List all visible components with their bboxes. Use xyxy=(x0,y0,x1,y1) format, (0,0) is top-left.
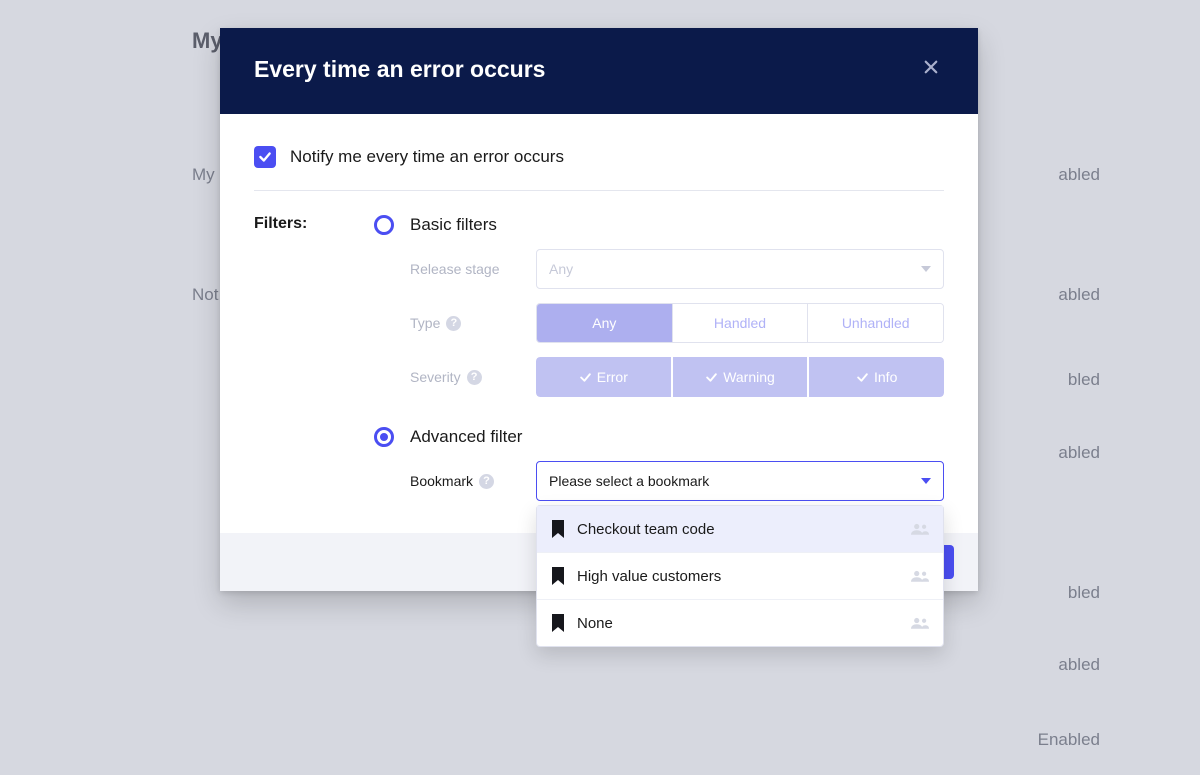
severity-label: Severity xyxy=(410,369,461,385)
advanced-radio[interactable] xyxy=(374,427,394,447)
bookmark-row: Bookmark ? Please select a bookmark xyxy=(410,461,944,501)
bookmark-option[interactable]: Checkout team code xyxy=(537,506,943,552)
bookmark-icon xyxy=(551,567,565,585)
people-icon xyxy=(911,522,929,536)
severity-segmented: Error Warning Info xyxy=(536,357,944,397)
check-icon xyxy=(856,371,869,384)
notify-label: Notify me every time an error occurs xyxy=(290,147,564,167)
type-label: Type xyxy=(410,315,440,331)
bg-row-status: abled xyxy=(1058,165,1100,185)
release-stage-select[interactable]: Any xyxy=(536,249,944,289)
check-icon xyxy=(579,371,592,384)
help-icon[interactable]: ? xyxy=(446,316,461,331)
bookmark-option-label: Checkout team code xyxy=(577,521,715,538)
bg-row-status: Enabled xyxy=(1038,730,1100,750)
filters-section: Filters: Basic filters Release stage Any xyxy=(254,215,944,519)
bg-row-status: abled xyxy=(1058,443,1100,463)
basic-radio-label: Basic filters xyxy=(402,215,944,235)
bg-row-status: abled xyxy=(1058,655,1100,675)
bookmark-select-wrap: Please select a bookmark Checkout team c… xyxy=(536,461,944,501)
filters-heading: Filters: xyxy=(254,215,374,233)
people-icon xyxy=(911,616,929,630)
settings-modal: Every time an error occurs Notify me eve… xyxy=(220,28,978,591)
bg-row-status: bled xyxy=(1068,583,1100,603)
bookmark-icon xyxy=(551,520,565,538)
bg-row-label: Not xyxy=(192,285,218,305)
type-option-any[interactable]: Any xyxy=(537,304,672,342)
release-stage-value: Any xyxy=(549,261,573,277)
chevron-down-icon xyxy=(921,266,931,272)
help-icon[interactable]: ? xyxy=(479,474,494,489)
bookmark-icon xyxy=(551,614,565,632)
bookmark-label: Bookmark xyxy=(410,473,473,489)
notify-row: Notify me every time an error occurs xyxy=(254,140,944,191)
basic-filter-block: Basic filters Release stage Any Ty xyxy=(374,215,944,519)
type-option-unhandled[interactable]: Unhandled xyxy=(807,304,943,342)
type-segmented: Any Handled Unhandled xyxy=(536,303,944,343)
people-icon xyxy=(911,569,929,583)
bg-row-status: bled xyxy=(1068,370,1100,390)
basic-radio[interactable] xyxy=(374,215,394,235)
modal-header: Every time an error occurs xyxy=(220,28,978,114)
release-stage-label: Release stage xyxy=(410,261,500,277)
severity-option-warning[interactable]: Warning xyxy=(671,357,808,397)
bookmark-option[interactable]: High value customers xyxy=(537,552,943,599)
primary-button-edge[interactable] xyxy=(944,545,954,579)
bookmark-option[interactable]: None xyxy=(537,599,943,646)
release-stage-row: Release stage Any xyxy=(410,249,944,289)
help-icon[interactable]: ? xyxy=(467,370,482,385)
bookmark-dropdown: Checkout team code High value customers xyxy=(536,505,944,647)
close-icon[interactable] xyxy=(918,54,944,84)
advanced-filter-controls: Bookmark ? Please select a bookmark xyxy=(402,447,944,519)
notify-checkbox[interactable] xyxy=(254,146,276,168)
type-option-handled[interactable]: Handled xyxy=(672,304,808,342)
basic-filter-controls: Release stage Any Type ? Any xyxy=(402,235,944,415)
severity-option-info[interactable]: Info xyxy=(807,357,944,397)
check-icon xyxy=(705,371,718,384)
bg-row-status: abled xyxy=(1058,285,1100,305)
bookmark-option-label: None xyxy=(577,615,613,632)
chevron-down-icon xyxy=(921,478,931,484)
severity-option-error[interactable]: Error xyxy=(536,357,671,397)
severity-row: Severity ? Error Warning xyxy=(410,357,944,397)
bookmark-select[interactable]: Please select a bookmark xyxy=(536,461,944,501)
bookmark-placeholder: Please select a bookmark xyxy=(549,473,709,489)
bookmark-option-label: High value customers xyxy=(577,568,721,585)
modal-body: Notify me every time an error occurs Fil… xyxy=(220,114,978,533)
modal-title: Every time an error occurs xyxy=(254,56,545,83)
bg-row-label: My xyxy=(192,165,215,185)
bg-row: Enabled xyxy=(192,705,1100,775)
bg-page-heading: My xyxy=(192,28,223,54)
type-row: Type ? Any Handled Unhandled xyxy=(410,303,944,343)
advanced-radio-label: Advanced filter xyxy=(402,427,944,447)
